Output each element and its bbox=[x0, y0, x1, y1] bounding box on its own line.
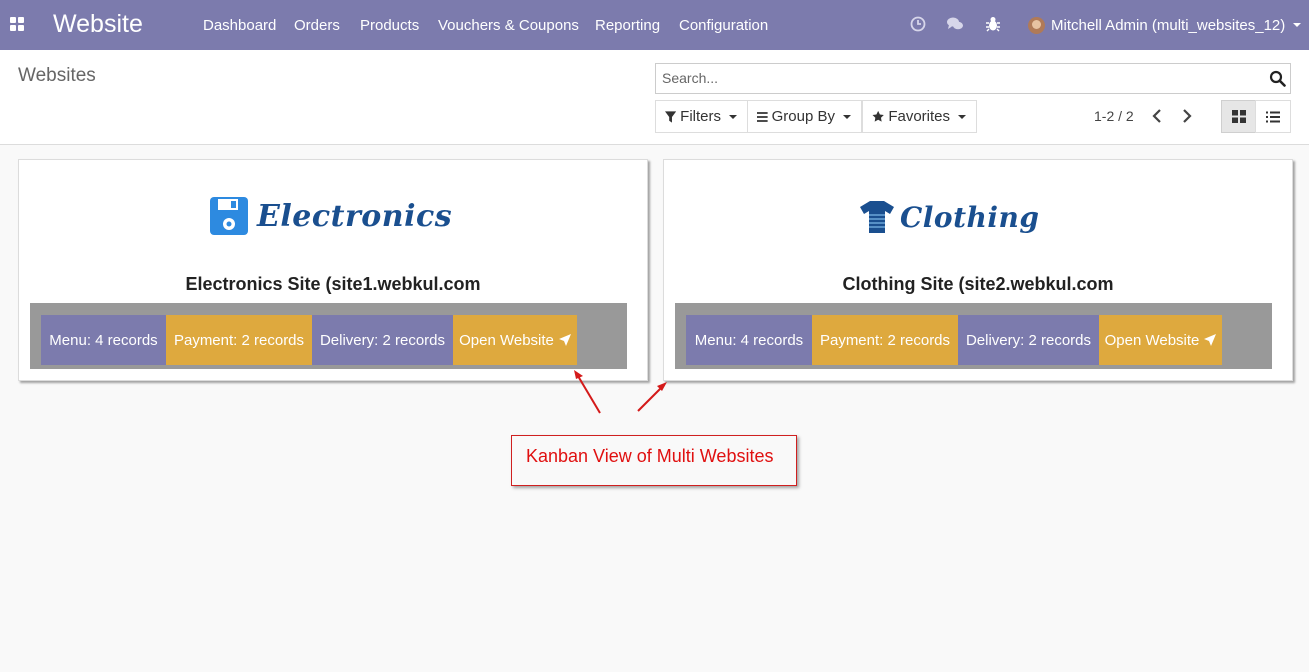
menu-configuration[interactable]: Configuration bbox=[679, 17, 768, 34]
delivery-records-button[interactable]: Delivery: 2 records bbox=[958, 315, 1099, 365]
search-input[interactable] bbox=[656, 64, 1256, 92]
favorites-button[interactable]: Favorites bbox=[862, 100, 977, 133]
app-brand[interactable]: Website bbox=[53, 10, 143, 39]
payment-records-button[interactable]: Payment: 2 records bbox=[812, 315, 958, 365]
pager-previous-icon[interactable] bbox=[1150, 108, 1164, 124]
open-website-label: Open Website bbox=[459, 331, 554, 349]
bug-icon[interactable] bbox=[984, 15, 1002, 33]
website-name: Electronics Site (site1.webkul.com bbox=[185, 274, 481, 294]
annotation-callout: Kanban View of Multi Websites bbox=[511, 435, 797, 486]
menu-reporting[interactable]: Reporting bbox=[595, 17, 660, 34]
website-card-clothing[interactable]: Clothing Clothing Site (site2.webkul.com… bbox=[663, 159, 1293, 381]
apps-menu-icon[interactable] bbox=[10, 17, 24, 31]
website-name: Clothing Site (site2.webkul.com bbox=[842, 274, 1114, 294]
open-website-button[interactable]: Open Website bbox=[453, 315, 577, 365]
kanban-view-button[interactable] bbox=[1221, 100, 1257, 133]
group-by-caret-icon bbox=[843, 114, 851, 119]
user-caret-icon bbox=[1293, 23, 1302, 27]
user-menu[interactable]: Mitchell Admin (multi_websites_12) bbox=[1028, 13, 1302, 37]
star-icon bbox=[872, 110, 884, 122]
website-card-electronics[interactable]: Electronics Electronics Site (site1.webk… bbox=[18, 159, 648, 381]
list-bars-icon bbox=[757, 111, 768, 122]
menu-orders[interactable]: Orders bbox=[294, 17, 340, 34]
menu-vouchers-coupons[interactable]: Vouchers & Coupons bbox=[438, 17, 579, 34]
list-view-button[interactable] bbox=[1255, 100, 1291, 133]
clock-icon[interactable] bbox=[909, 15, 927, 33]
favorites-caret-icon bbox=[958, 114, 966, 119]
payment-records-button[interactable]: Payment: 2 records bbox=[166, 315, 312, 365]
open-website-button[interactable]: Open Website bbox=[1099, 315, 1222, 365]
card-actions-bar: Menu: 4 records Payment: 2 records Deliv… bbox=[675, 303, 1272, 369]
list-icon bbox=[1266, 111, 1280, 122]
filters-button[interactable]: Filters bbox=[655, 100, 748, 133]
send-icon bbox=[558, 334, 571, 346]
delivery-records-button[interactable]: Delivery: 2 records bbox=[312, 315, 453, 365]
search-icon[interactable] bbox=[1269, 70, 1286, 87]
clothing-logo: Clothing bbox=[858, 198, 1039, 236]
floppy-disk-icon bbox=[210, 197, 248, 235]
chat-icon[interactable] bbox=[946, 15, 964, 33]
group-by-button[interactable]: Group By bbox=[747, 100, 862, 133]
top-navbar: Website Dashboard Orders Products Vouche… bbox=[0, 0, 1309, 50]
group-by-label: Group By bbox=[771, 108, 835, 125]
pager-next-icon[interactable] bbox=[1180, 108, 1194, 124]
favorites-label: Favorites bbox=[888, 108, 950, 125]
open-website-label: Open Website bbox=[1104, 331, 1200, 349]
menu-records-button[interactable]: Menu: 4 records bbox=[41, 315, 166, 365]
send-icon bbox=[1204, 334, 1217, 346]
search-box bbox=[655, 63, 1291, 94]
menu-products[interactable]: Products bbox=[360, 17, 419, 34]
tshirt-icon bbox=[860, 201, 894, 233]
filters-caret-icon bbox=[729, 114, 737, 119]
electronics-logo: Electronics bbox=[209, 196, 452, 236]
card-actions-bar: Menu: 4 records Payment: 2 records Deliv… bbox=[30, 303, 627, 369]
user-avatar bbox=[1028, 16, 1045, 34]
page-title: Websites bbox=[18, 65, 96, 86]
control-panel: Websites Filters Group By Favorites 1-2 … bbox=[0, 50, 1309, 145]
filter-icon bbox=[665, 110, 677, 123]
menu-dashboard[interactable]: Dashboard bbox=[203, 17, 276, 34]
clothing-logo-text: Clothing bbox=[900, 200, 1040, 234]
pager-value[interactable]: 1-2 / 2 bbox=[1094, 108, 1134, 124]
filters-label: Filters bbox=[680, 108, 721, 125]
kanban-grid-icon bbox=[1232, 110, 1246, 123]
electronics-logo-text: Electronics bbox=[257, 198, 453, 234]
user-name: Mitchell Admin (multi_websites_12) bbox=[1051, 16, 1286, 34]
menu-records-button[interactable]: Menu: 4 records bbox=[686, 315, 812, 365]
